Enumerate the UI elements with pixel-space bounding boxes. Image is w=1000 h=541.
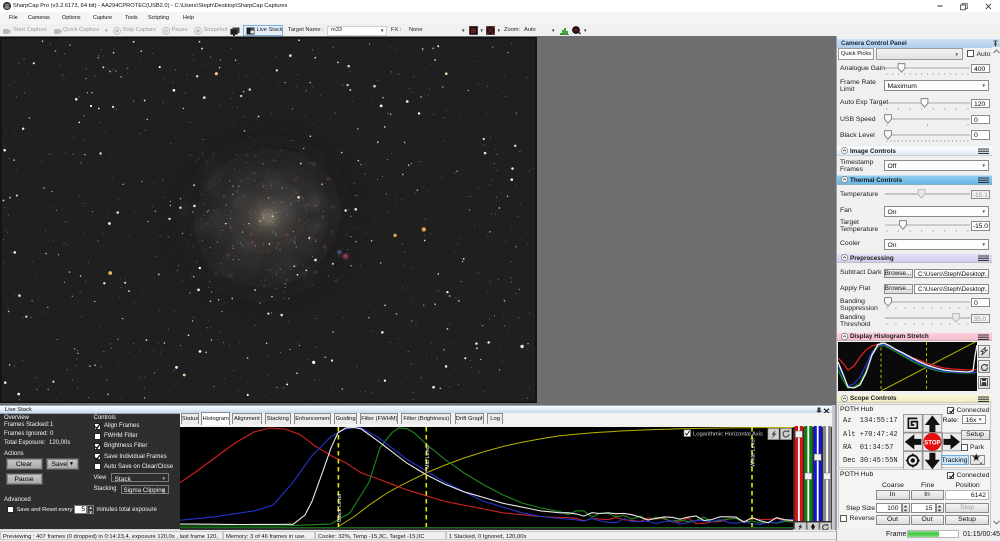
svg-text:Logarithmic Horizontal Axis: Logarithmic Horizontal Axis [693,432,763,438]
svg-text:White Level: White Level [751,438,757,467]
svg-text:Mid Level: Mid Level [425,445,431,469]
svg-text:Black Level: Black Level [337,494,343,522]
svg-text:STOP: STOP [924,440,940,446]
